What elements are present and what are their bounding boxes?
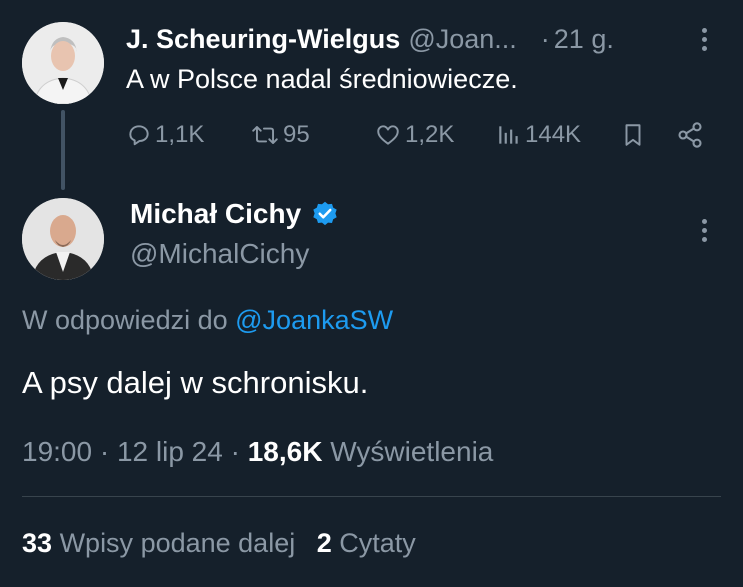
divider (22, 496, 721, 497)
header-separator: · (540, 23, 550, 54)
bookmark-icon (625, 124, 641, 146)
main-handle[interactable]: @MichalCichy (130, 238, 309, 270)
quotes-count: 2 (316, 528, 332, 558)
like-button[interactable]: 1,2K (374, 118, 454, 152)
more-icon[interactable] (694, 215, 714, 245)
verified-badge-icon[interactable] (311, 200, 339, 228)
tweet-detail-screen: J. Scheuring-Wielgus @Joan... · 21 g. A … (0, 0, 743, 587)
views-icon (499, 126, 518, 144)
tweet-time[interactable]: 19:00 (22, 436, 92, 467)
meta-separator: · (99, 436, 110, 467)
parent-display-name[interactable]: J. Scheuring-Wielgus (126, 24, 400, 55)
quotes-link[interactable]: 2 Cytaty (317, 528, 416, 558)
share-button[interactable] (676, 118, 704, 152)
retweet-count: 95 (283, 121, 310, 148)
parent-action-bar: 1,1K 95 1,2K 144K (126, 118, 716, 152)
bookmark-button[interactable] (620, 118, 646, 152)
main-views-count: 18,6K (247, 436, 323, 467)
quotes-label: Cytaty (339, 528, 416, 558)
main-display-name[interactable]: Michał Cichy (130, 198, 301, 230)
parent-handle[interactable]: @Joan... (408, 24, 516, 55)
share-icon (678, 122, 702, 148)
reply-count: 1,1K (155, 121, 205, 148)
retweet-icon (252, 126, 278, 144)
main-author-name-row: Michał Cichy (130, 198, 339, 230)
reply-button[interactable]: 1,1K (126, 118, 204, 152)
reposts-link[interactable]: 33 Wpisy podane dalej (22, 528, 295, 558)
like-count: 1,2K (405, 121, 455, 148)
tweet-meta: 19:00 · 12 lip 24 · 18,6K Wyświetlenia (22, 436, 493, 468)
main-tweet-text: A psy dalej w schronisku. (22, 365, 369, 400)
tweet-date[interactable]: 12 lip 24 (117, 436, 223, 467)
main-views-label: Wyświetlenia (330, 436, 494, 467)
reply-prefix: W odpowiedzi do (22, 305, 228, 335)
parent-tweet-header: J. Scheuring-Wielgus @Joan... · 21 g. (126, 22, 726, 56)
views-count: 144K (525, 121, 582, 148)
main-avatar[interactable] (22, 198, 104, 280)
thread-connector-line (61, 110, 65, 190)
more-icon[interactable] (694, 24, 714, 54)
views-button[interactable]: 144K (496, 118, 581, 152)
reply-icon (129, 125, 149, 146)
reply-context: W odpowiedzi do @JoankaSW (22, 305, 393, 336)
like-icon (377, 125, 399, 145)
reposts-count: 33 (22, 528, 53, 558)
reply-mention-link[interactable]: @JoankaSW (235, 305, 393, 335)
reposts-label: Wpisy podane dalej (59, 528, 296, 558)
engagement-stats: 33 Wpisy podane dalej 2 Cytaty (22, 528, 416, 559)
parent-avatar[interactable] (22, 22, 104, 104)
meta-separator: · (230, 436, 240, 467)
retweet-button[interactable]: 95 (250, 118, 310, 152)
parent-timestamp[interactable]: 21 g. (554, 24, 614, 55)
parent-tweet-text: A w Polsce nadal średniowiecze. (126, 64, 518, 94)
